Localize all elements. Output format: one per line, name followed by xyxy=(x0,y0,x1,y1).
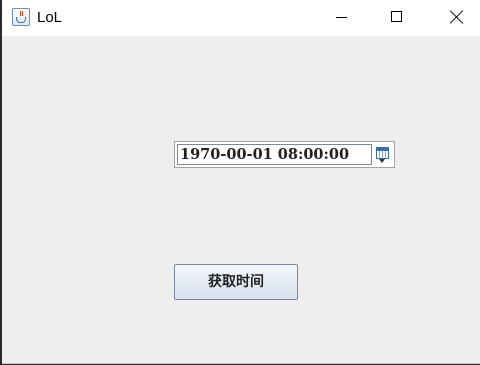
maximize-icon xyxy=(391,11,402,22)
minimize-button[interactable] xyxy=(312,0,370,34)
close-icon xyxy=(450,10,464,24)
maximize-button[interactable] xyxy=(370,0,428,34)
close-button[interactable] xyxy=(422,0,480,34)
cup-icon-part xyxy=(16,17,26,23)
minimize-icon xyxy=(336,17,347,18)
dropdown-arrow-icon xyxy=(379,159,385,163)
title-bar[interactable]: LoL xyxy=(2,0,480,36)
steam-icon-part xyxy=(20,11,23,16)
java-app-icon[interactable] xyxy=(12,8,30,26)
app-window: LoL 1970-00-01 08:00:00 获取时间 xyxy=(2,0,480,364)
date-picker: 1970-00-01 08:00:00 xyxy=(174,141,395,168)
date-input[interactable]: 1970-00-01 08:00:00 xyxy=(177,144,372,165)
calendar-button[interactable] xyxy=(374,144,392,165)
get-time-button[interactable]: 获取时间 xyxy=(174,264,298,300)
calendar-icon xyxy=(376,147,389,159)
window-title: LoL xyxy=(37,9,63,26)
